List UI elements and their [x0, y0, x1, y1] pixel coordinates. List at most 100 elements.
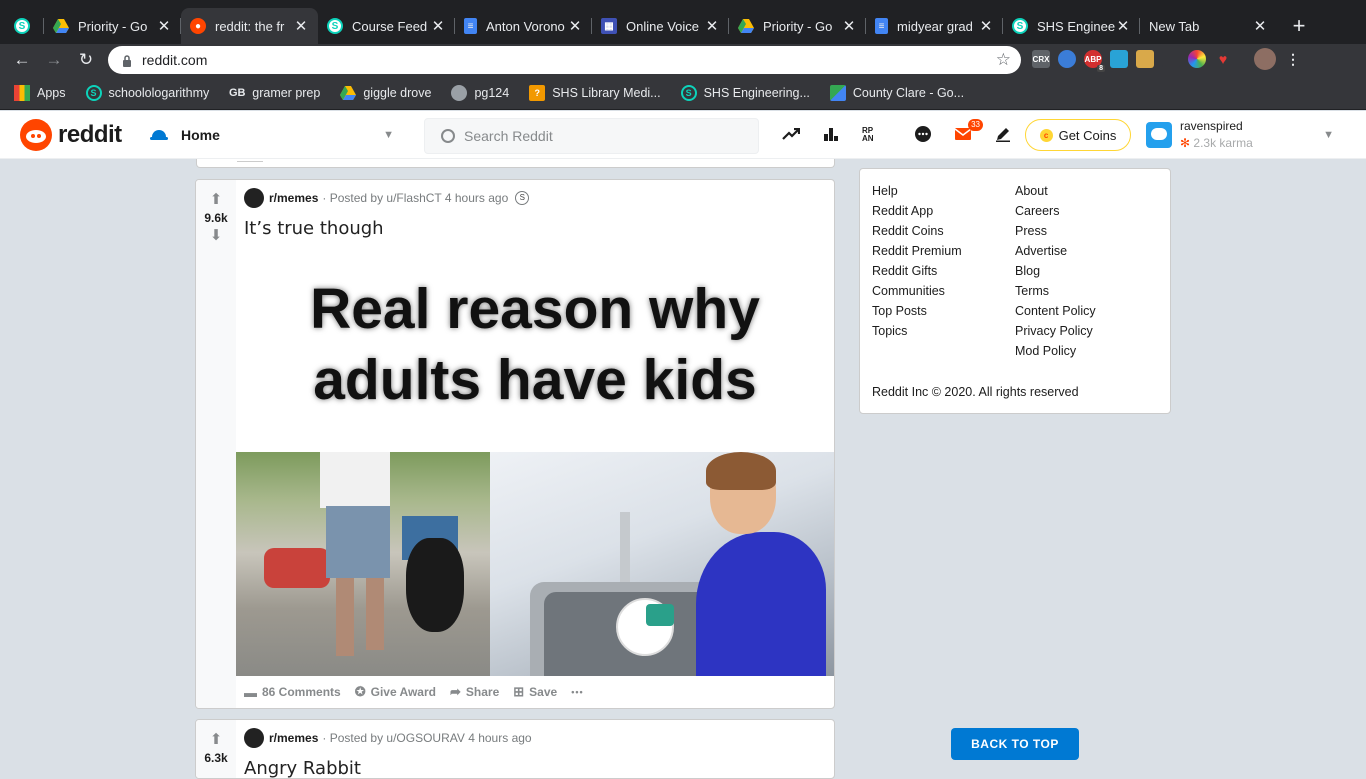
close-tab-icon[interactable]: ✕ — [1115, 17, 1131, 35]
browser-toolbar: ← → ↻ reddit.com ☆ CRX ABP 8 ♥ ⋮ — [0, 44, 1366, 76]
bookmark-item[interactable]: ? SHS Library Medi... — [529, 84, 661, 101]
bookmark-item[interactable]: County Clare - Go... — [829, 84, 964, 101]
bookmark-star-icon[interactable]: ☆ — [996, 50, 1011, 70]
home-feed-dropdown[interactable]: Home ▼ — [146, 119, 394, 151]
subreddit-link[interactable]: r/memes — [269, 731, 318, 745]
search-input[interactable]: Search Reddit — [424, 118, 759, 154]
footer-link[interactable]: Reddit Premium — [872, 243, 962, 263]
footer-link[interactable]: Terms — [1015, 283, 1096, 303]
post-image[interactable]: Real reason why adults have kids — [236, 254, 834, 676]
save-button[interactable]: ⊞ Save — [513, 684, 557, 700]
reload-icon[interactable]: ↻ — [70, 44, 102, 76]
browser-tab[interactable]: Priority - Go ✕ — [44, 8, 181, 44]
profile-avatar-icon[interactable] — [1254, 48, 1276, 70]
downvote-icon[interactable]: ⬇ — [206, 226, 226, 246]
post-meta: r/memes · Posted by u/FlashCT 4 hours ag… — [244, 188, 530, 208]
browser-tab[interactable]: ≡ Anton Vorono ✕ — [455, 8, 592, 44]
heart-icon[interactable]: ♥ — [1214, 50, 1232, 68]
close-tab-icon[interactable]: ✕ — [1252, 17, 1268, 35]
create-post-icon[interactable] — [992, 123, 1014, 145]
close-tab-icon[interactable]: ✕ — [156, 17, 172, 35]
bookmark-item[interactable]: GB gramer prep — [229, 85, 320, 101]
extension-icon[interactable] — [1110, 50, 1128, 68]
color-icon[interactable] — [1188, 50, 1206, 68]
maps-icon — [829, 84, 846, 101]
reddit-logo[interactable]: reddit — [20, 119, 122, 151]
footer-link[interactable]: Topics — [872, 323, 962, 343]
close-tab-icon[interactable]: ✕ — [978, 17, 994, 35]
footer-links-card: Help Reddit App Reddit Coins Reddit Prem… — [859, 168, 1171, 414]
post-title[interactable]: Angry Rabbit — [244, 758, 361, 778]
footer-link[interactable]: Mod Policy — [1015, 343, 1096, 363]
footer-link[interactable]: Blog — [1015, 263, 1096, 283]
upvote-icon[interactable]: ⬆ — [206, 190, 226, 210]
browser-tab[interactable]: S Course Feed ✕ — [318, 8, 455, 44]
new-tab-button[interactable]: + — [1277, 8, 1321, 44]
footer-link[interactable]: Help — [872, 183, 962, 203]
tab-title: Priority - Go — [78, 18, 148, 34]
browser-tab[interactable]: Priority - Go ✕ — [729, 8, 866, 44]
bookmark-item[interactable]: giggle drove — [340, 85, 431, 101]
share-icon: ➦ — [449, 684, 461, 699]
close-tab-icon[interactable]: ✕ — [567, 17, 583, 35]
inbox-icon[interactable]: 33 — [952, 119, 983, 145]
browser-tab[interactable]: S SHS Enginee ✕ — [1003, 8, 1140, 44]
footer-link[interactable]: Content Policy — [1015, 303, 1096, 323]
more-options-button[interactable]: ••• — [571, 687, 583, 697]
subreddit-icon[interactable] — [244, 728, 264, 748]
give-award-button[interactable]: ✪ Give Award — [355, 684, 436, 700]
user-dropdown[interactable]: ravenspired ✻ 2.3k karma ▼ — [1146, 117, 1346, 153]
footer-link[interactable]: Privacy Policy — [1015, 323, 1096, 343]
forward-arrow-icon[interactable]: → — [38, 44, 70, 76]
give-award-label: Give Award — [370, 685, 436, 699]
close-tab-icon[interactable]: ✕ — [430, 17, 446, 35]
box-icon[interactable] — [1136, 50, 1154, 68]
share-button[interactable]: ➦ Share — [450, 684, 499, 700]
comments-button[interactable]: ▬ 86 Comments — [244, 685, 341, 700]
subreddit-link[interactable]: r/memes — [269, 191, 318, 205]
leaf-icon[interactable] — [1162, 50, 1180, 68]
footer-link[interactable]: Reddit Coins — [872, 223, 962, 243]
close-tab-icon[interactable]: ✕ — [704, 17, 720, 35]
post-title[interactable]: It’s true though — [244, 218, 384, 239]
rpan-icon[interactable]: RP AN — [860, 123, 882, 145]
get-coins-button[interactable]: c Get Coins — [1025, 119, 1131, 151]
trending-icon[interactable] — [780, 123, 802, 145]
crx-icon[interactable]: CRX — [1032, 50, 1050, 68]
subreddit-icon[interactable] — [244, 188, 264, 208]
menu-dots-icon[interactable]: ⋮ — [1284, 50, 1302, 68]
footer-link[interactable]: Reddit Gifts — [872, 263, 962, 283]
browser-tab-active[interactable]: ● reddit: the fr ✕ — [181, 8, 318, 44]
back-to-top-button[interactable]: BACK TO TOP — [951, 728, 1079, 760]
upvote-icon[interactable]: ⬆ — [206, 730, 226, 750]
footer-link[interactable]: Top Posts — [872, 303, 962, 323]
close-tab-icon[interactable]: ✕ — [841, 17, 857, 35]
chevron-down-icon: ▼ — [383, 129, 394, 141]
footer-link[interactable]: Communities — [872, 283, 962, 303]
address-bar[interactable]: reddit.com ☆ — [108, 46, 1021, 74]
owl-icon[interactable] — [1058, 50, 1076, 68]
footer-link[interactable]: Press — [1015, 223, 1096, 243]
bookmark-item[interactable]: pg124 — [451, 84, 509, 101]
bookmark-item[interactable]: S SHS Engineering... — [680, 84, 810, 101]
bookmark-item[interactable]: S schoolologarithmy — [85, 84, 209, 101]
chat-icon[interactable] — [912, 123, 934, 145]
browser-tab[interactable]: New Tab ✕ — [1140, 8, 1277, 44]
browser-tab[interactable]: ≡ midyear grad ✕ — [866, 8, 1003, 44]
footer-links-col1: Help Reddit App Reddit Coins Reddit Prem… — [872, 183, 962, 343]
posted-by[interactable]: · Posted by u/FlashCT 4 hours ago — [322, 191, 508, 205]
footer-link[interactable]: Advertise — [1015, 243, 1096, 263]
post-card[interactable]: ⬆ 6.3k r/memes · Posted by u/OGSOURAV 4 … — [195, 719, 835, 779]
browser-tab[interactable]: S — [0, 8, 44, 44]
posted-by[interactable]: · Posted by u/OGSOURAV 4 hours ago — [322, 731, 531, 745]
browser-tab[interactable]: ▦ Online Voice ✕ — [592, 8, 729, 44]
back-arrow-icon[interactable]: ← — [6, 44, 38, 76]
footer-link[interactable]: Careers — [1015, 203, 1096, 223]
leaderboard-icon[interactable] — [820, 123, 842, 145]
footer-link[interactable]: About — [1015, 183, 1096, 203]
bookmark-apps[interactable]: Apps — [14, 84, 66, 101]
footer-link[interactable]: Reddit App — [872, 203, 962, 223]
close-tab-icon[interactable]: ✕ — [293, 17, 309, 35]
abp-icon[interactable]: ABP 8 — [1084, 50, 1105, 72]
post-card[interactable]: ⬆ 9.6k ⬇ r/memes · Posted by u/FlashCT 4… — [195, 179, 835, 709]
